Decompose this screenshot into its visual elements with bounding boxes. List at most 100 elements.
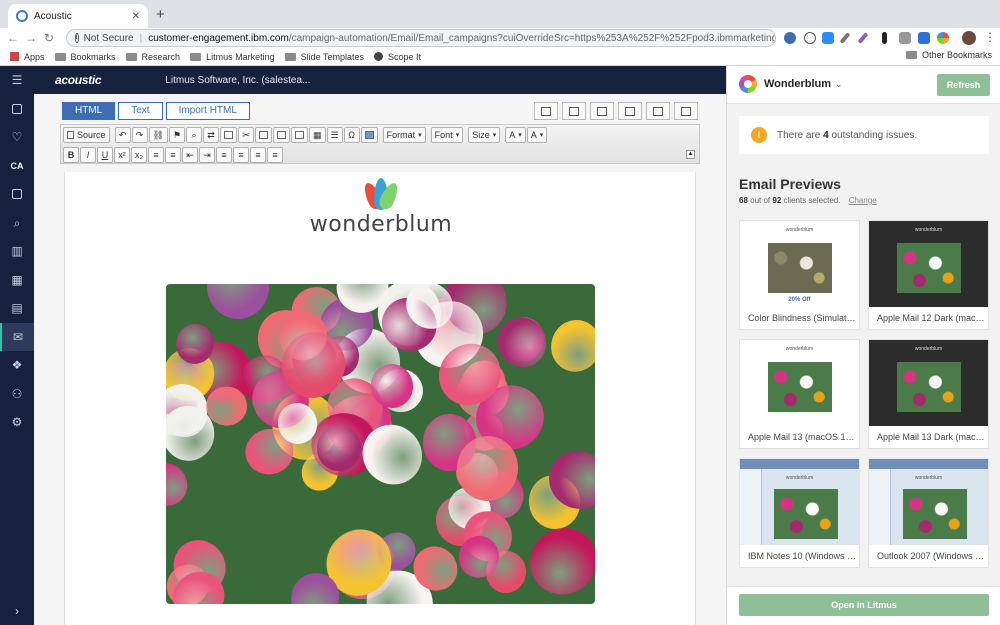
contacts-icon[interactable]: ⚇ <box>0 380 34 408</box>
size-dropdown[interactable]: Size <box>468 127 501 143</box>
preview-card-label: Apple Mail 13 Dark (macO... <box>877 432 987 442</box>
tab-text[interactable]: Text <box>118 102 163 120</box>
align-right-icon[interactable]: ≡ <box>250 147 266 163</box>
pen-extension-icon[interactable] <box>857 32 869 44</box>
dashboard-icon[interactable] <box>0 95 34 123</box>
outdent-icon[interactable]: ⇤ <box>182 147 198 163</box>
image-icon[interactable] <box>360 127 378 143</box>
issues-banner[interactable]: ! There are 4 outstanding issues. <box>739 116 989 154</box>
reload-icon[interactable]: ↻ <box>40 31 58 45</box>
address-bar[interactable]: i Not Secure | customer-engagement.ibm.c… <box>66 29 776 47</box>
underline-button[interactable]: U <box>97 147 113 163</box>
organization-name[interactable]: Litmus Software, Inc. (salestea... <box>165 75 310 86</box>
hero-tulip-image[interactable] <box>166 284 595 604</box>
nav-ca[interactable]: CA <box>0 152 34 180</box>
analytics-chart-icon[interactable]: ▥ <box>0 237 34 265</box>
refresh-button[interactable]: Refresh <box>937 74 990 96</box>
other-bookmarks[interactable]: Other Bookmarks <box>905 50 992 60</box>
compare-icon[interactable] <box>674 102 698 120</box>
profile-avatar[interactable] <box>962 31 976 45</box>
expand-nav-chevron-icon[interactable]: › <box>0 597 34 625</box>
bold-button[interactable]: B <box>63 147 79 163</box>
find-icon[interactable]: ⌕ <box>186 127 203 143</box>
hamburger-menu-icon[interactable]: ☰ <box>0 66 34 94</box>
table-icon[interactable]: ▦ <box>309 127 326 143</box>
browser-tab[interactable]: Acoustic ✕ <box>8 4 148 28</box>
indent-icon[interactable]: ⇥ <box>199 147 215 163</box>
open-in-litmus-button[interactable]: Open in Litmus <box>739 594 989 616</box>
info-icon[interactable]: i <box>75 33 79 43</box>
align-center-icon[interactable]: ≡ <box>233 147 249 163</box>
replace-icon[interactable]: ⇄ <box>203 127 220 143</box>
forward-icon[interactable]: → <box>22 31 40 45</box>
edit-doc-icon[interactable] <box>562 102 586 120</box>
table-icon[interactable]: ▦ <box>0 266 34 294</box>
personalize-icon[interactable] <box>534 102 558 120</box>
document-icon[interactable]: ▤ <box>0 294 34 322</box>
snippets-icon[interactable] <box>590 102 614 120</box>
import-html-button[interactable]: Import HTML <box>165 102 250 120</box>
bookmark-folder[interactable]: Litmus Marketing <box>190 52 275 62</box>
zoom-extension-icon[interactable] <box>822 32 834 44</box>
extension-icon[interactable] <box>784 32 796 44</box>
special-char-icon[interactable]: Ω <box>343 127 360 143</box>
source-button[interactable]: Source <box>63 127 110 143</box>
redo-icon[interactable]: ↷ <box>131 127 148 143</box>
search-icon[interactable]: ⌕ <box>0 209 34 237</box>
settings-gear-icon[interactable]: ⚙ <box>0 408 34 436</box>
horizontal-rule-icon[interactable]: ☰ <box>326 127 343 143</box>
eyedropper-extension-icon[interactable] <box>839 32 851 44</box>
text-color-icon[interactable]: A <box>505 127 526 143</box>
link-icon[interactable]: ⛓ <box>148 127 168 143</box>
background-color-icon[interactable]: A <box>526 127 548 143</box>
back-icon[interactable]: ← <box>4 31 22 45</box>
camera-extension-icon[interactable] <box>899 32 911 44</box>
automation-icon[interactable]: ❖ <box>0 351 34 379</box>
superscript-button[interactable]: x² <box>114 147 130 163</box>
preview-icon[interactable] <box>618 102 642 120</box>
preview-card[interactable]: wonderblum IBM Notes 10 (Windows 10) <box>739 458 860 568</box>
account-selector[interactable]: Wonderblum ⌄ <box>764 78 843 90</box>
bookmark-scope-it[interactable]: Scope It <box>373 52 421 62</box>
preview-card[interactable]: wonderblum 20% Off Color Blindness (Simula… <box>739 220 860 330</box>
paste-text-icon[interactable] <box>273 127 291 143</box>
close-tab-icon[interactable]: ✕ <box>132 11 140 22</box>
change-link[interactable]: Change <box>849 196 877 205</box>
numbered-list-icon[interactable]: ≡ <box>148 147 164 163</box>
extension-icon[interactable] <box>918 32 930 44</box>
email-icon[interactable]: ✉ <box>0 323 34 351</box>
extension-icon[interactable] <box>804 32 816 44</box>
favorites-heart-icon[interactable]: ♡ <box>0 123 34 151</box>
undo-icon[interactable]: ↶ <box>114 127 131 143</box>
bolt-extension-icon[interactable] <box>882 32 887 44</box>
preview-card[interactable]: wonderblum Apple Mail 12 Dark (macO... <box>868 220 989 330</box>
bookmark-folder[interactable]: Bookmarks <box>54 52 116 62</box>
paste-icon[interactable] <box>220 127 238 143</box>
apps-icon[interactable] <box>0 180 34 208</box>
subscript-button[interactable]: x₂ <box>131 147 147 163</box>
paste-word-icon[interactable] <box>291 127 309 143</box>
layout-icon[interactable] <box>646 102 670 120</box>
acoustic-logo[interactable]: acoustic <box>55 73 102 87</box>
bookmark-folder[interactable]: Research <box>125 52 180 62</box>
preview-card[interactable]: wonderblum Outlook 2007 (Windows 10) <box>868 458 989 568</box>
preview-card[interactable]: wonderblum Apple Mail 13 Dark (macO... <box>868 339 989 449</box>
format-dropdown[interactable]: Format <box>382 127 426 143</box>
italic-button[interactable]: I <box>80 147 96 163</box>
bookmark-apps[interactable]: Apps <box>10 52 45 62</box>
litmus-extension-icon[interactable] <box>937 32 949 44</box>
new-tab-button[interactable]: + <box>156 6 165 23</box>
font-dropdown[interactable]: Font <box>430 127 464 143</box>
email-canvas[interactable]: wonderblum <box>64 172 696 625</box>
preview-card[interactable]: wonderblum Apple Mail 13 (macOS 10.15) <box>739 339 860 449</box>
browser-menu-icon[interactable]: ⋮ <box>984 30 996 44</box>
tab-html[interactable]: HTML <box>62 102 116 120</box>
bulleted-list-icon[interactable]: ≡ <box>165 147 181 163</box>
align-left-icon[interactable]: ≡ <box>216 147 232 163</box>
bookmark-folder[interactable]: Slide Templates <box>284 52 364 62</box>
cut-icon[interactable]: ✂ <box>238 127 255 143</box>
collapse-toolbar-icon[interactable]: ▲ <box>686 150 695 159</box>
justify-icon[interactable]: ≡ <box>267 147 283 163</box>
anchor-flag-icon[interactable]: ⚑ <box>168 127 186 143</box>
copy-icon[interactable] <box>255 127 273 143</box>
